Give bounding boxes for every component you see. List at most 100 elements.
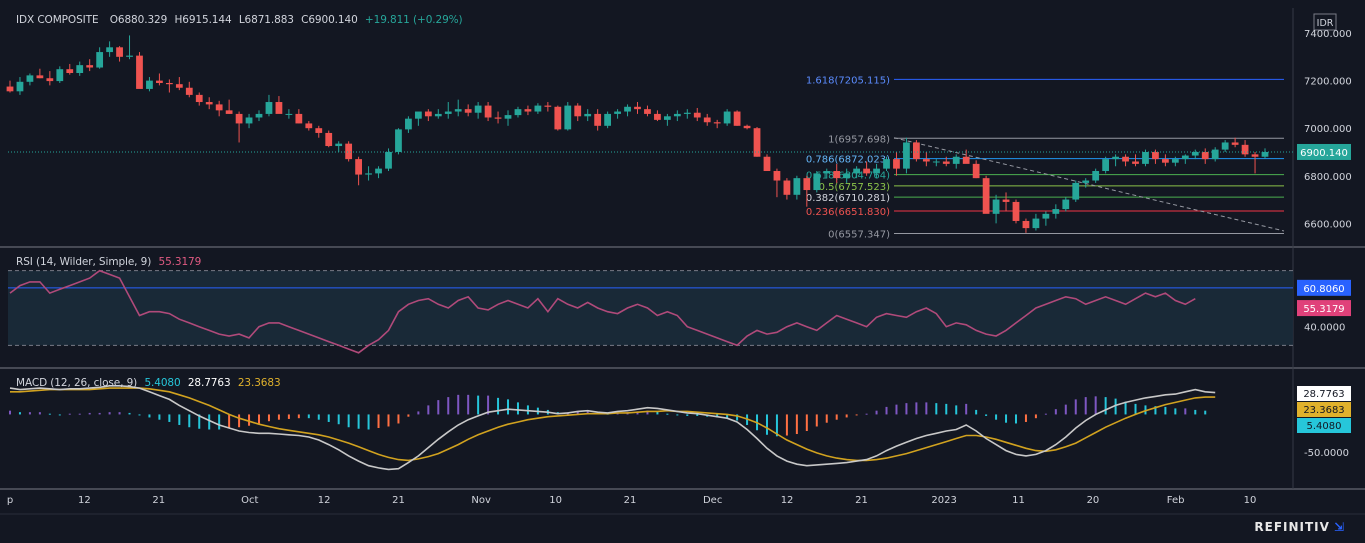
macd-histogram-bar — [58, 414, 61, 416]
candle-body — [1152, 151, 1159, 160]
fib-level-label: 0.786(6872.023) — [806, 155, 890, 166]
candle-body — [1052, 209, 1060, 214]
macd-tag-label: 28.7763 — [1303, 389, 1344, 400]
macd-histogram-bar — [1094, 396, 1097, 415]
candle-body — [295, 113, 303, 124]
candle-body — [693, 112, 701, 118]
candle-body — [644, 109, 651, 114]
candle-body — [1251, 154, 1259, 157]
macd-histogram-bar — [48, 413, 51, 415]
candle-body — [315, 128, 323, 133]
fib-level-label: 0.382(6710.281) — [806, 193, 890, 204]
macd-histogram-bar — [357, 414, 360, 429]
candle-body — [504, 115, 512, 119]
macd-histogram-bar — [845, 414, 848, 418]
candle-body — [136, 55, 143, 89]
candle-body — [1191, 151, 1199, 156]
candle-body — [1122, 156, 1129, 162]
rsi-legend: RSI (14, Wilder, Simple, 9) 55.3179 — [16, 256, 201, 268]
candle-body — [962, 156, 970, 164]
macd-histogram-bar — [905, 403, 908, 415]
macd-histogram-bar — [258, 414, 261, 424]
candle-body — [833, 171, 841, 179]
candle-body — [893, 159, 900, 169]
candle-body — [265, 102, 273, 114]
candle-body — [96, 52, 104, 68]
candle-body — [424, 111, 432, 117]
candle-body — [1201, 151, 1209, 160]
candle-body — [165, 82, 173, 85]
price-tick-label: 7400.000 — [1304, 29, 1352, 40]
candle-body — [6, 86, 14, 92]
macd-histogram-bar — [118, 412, 121, 415]
macd-histogram-bar — [307, 414, 310, 419]
macd-signal-line — [10, 387, 1216, 462]
candle-body — [753, 128, 761, 157]
chart-area[interactable]: IDR 7400.000 7200.000 7000.000 6800.000 6600.… — [0, 0, 1365, 539]
time-tick-label: 21 — [392, 495, 405, 506]
candle-body — [534, 105, 542, 112]
candle-body — [723, 111, 731, 124]
macd-tag-label: 5.4080 — [1307, 421, 1342, 432]
candle-body — [345, 143, 353, 160]
macd-histogram-bar — [327, 414, 330, 422]
candle-body — [703, 117, 711, 123]
macd-histogram-bar — [337, 414, 340, 425]
candle-body — [793, 178, 801, 195]
candle-body — [1102, 159, 1110, 172]
fib-level-label: 1.618(7205.115) — [806, 75, 890, 86]
macd-histogram-bar — [805, 414, 808, 432]
macd-histogram-bar — [875, 410, 878, 415]
candle-body — [1221, 142, 1229, 150]
candle-body — [365, 173, 372, 175]
candle-body — [673, 113, 681, 117]
candle-body — [883, 159, 890, 169]
macd-histogram-bar — [68, 413, 71, 415]
candle-body — [1092, 171, 1100, 181]
rsi-band-fill — [8, 270, 1293, 346]
candle-body — [1112, 156, 1119, 160]
macd-histogram-bar — [168, 414, 171, 422]
candle-body — [285, 113, 293, 115]
price-chart-svg[interactable]: IDR7400.000 7200.000 7000.000 6800.000 6600.… — [0, 0, 1365, 539]
time-tick-label: 21 — [624, 495, 637, 506]
rsi-value: 55.3179 — [158, 256, 202, 268]
macd-histogram-bar — [676, 414, 679, 416]
candle-body — [434, 113, 442, 117]
time-tick-label: Dec — [703, 495, 722, 506]
candle-body — [56, 69, 64, 82]
macd-histogram-bar — [98, 412, 101, 415]
time-tick-label: 11 — [1012, 495, 1025, 506]
macd-label: MACD (12, 26, close, 9) — [16, 377, 138, 389]
macd-histogram-bar — [248, 414, 251, 426]
candle-body — [982, 178, 990, 214]
macd-value-1: 5.4080 — [144, 377, 181, 389]
candle-body — [1181, 155, 1189, 160]
candle-body — [235, 113, 243, 124]
open-value: O6880.329 — [109, 14, 168, 26]
candle-body — [16, 81, 24, 92]
candle-body — [763, 156, 771, 172]
macd-histogram-bar — [367, 414, 370, 430]
candle-body — [335, 143, 343, 147]
candle-body — [1132, 161, 1139, 164]
macd-histogram-bar — [1074, 399, 1077, 415]
candle-body — [464, 109, 472, 113]
macd-histogram-bar — [457, 394, 460, 415]
macd-histogram-bar — [955, 405, 958, 415]
candle-body — [813, 173, 821, 191]
brand-mark-icon: ⇲ — [1333, 520, 1345, 534]
candle-body — [185, 87, 193, 95]
macd-histogram-bar — [1064, 404, 1067, 415]
macd-histogram-bar — [18, 412, 21, 415]
price-tick-label: 6800.000 — [1304, 172, 1352, 183]
macd-histogram-bar — [975, 409, 978, 415]
macd-histogram-bar — [765, 414, 768, 435]
macd-histogram-bar — [1124, 401, 1127, 415]
candle-body — [414, 111, 422, 119]
macd-histogram-bar — [467, 394, 470, 415]
macd-histogram-bar — [38, 412, 41, 415]
brand-text: REFINITIV — [1254, 520, 1330, 534]
macd-histogram-bar — [1104, 397, 1107, 415]
macd-histogram-bar — [347, 414, 350, 428]
